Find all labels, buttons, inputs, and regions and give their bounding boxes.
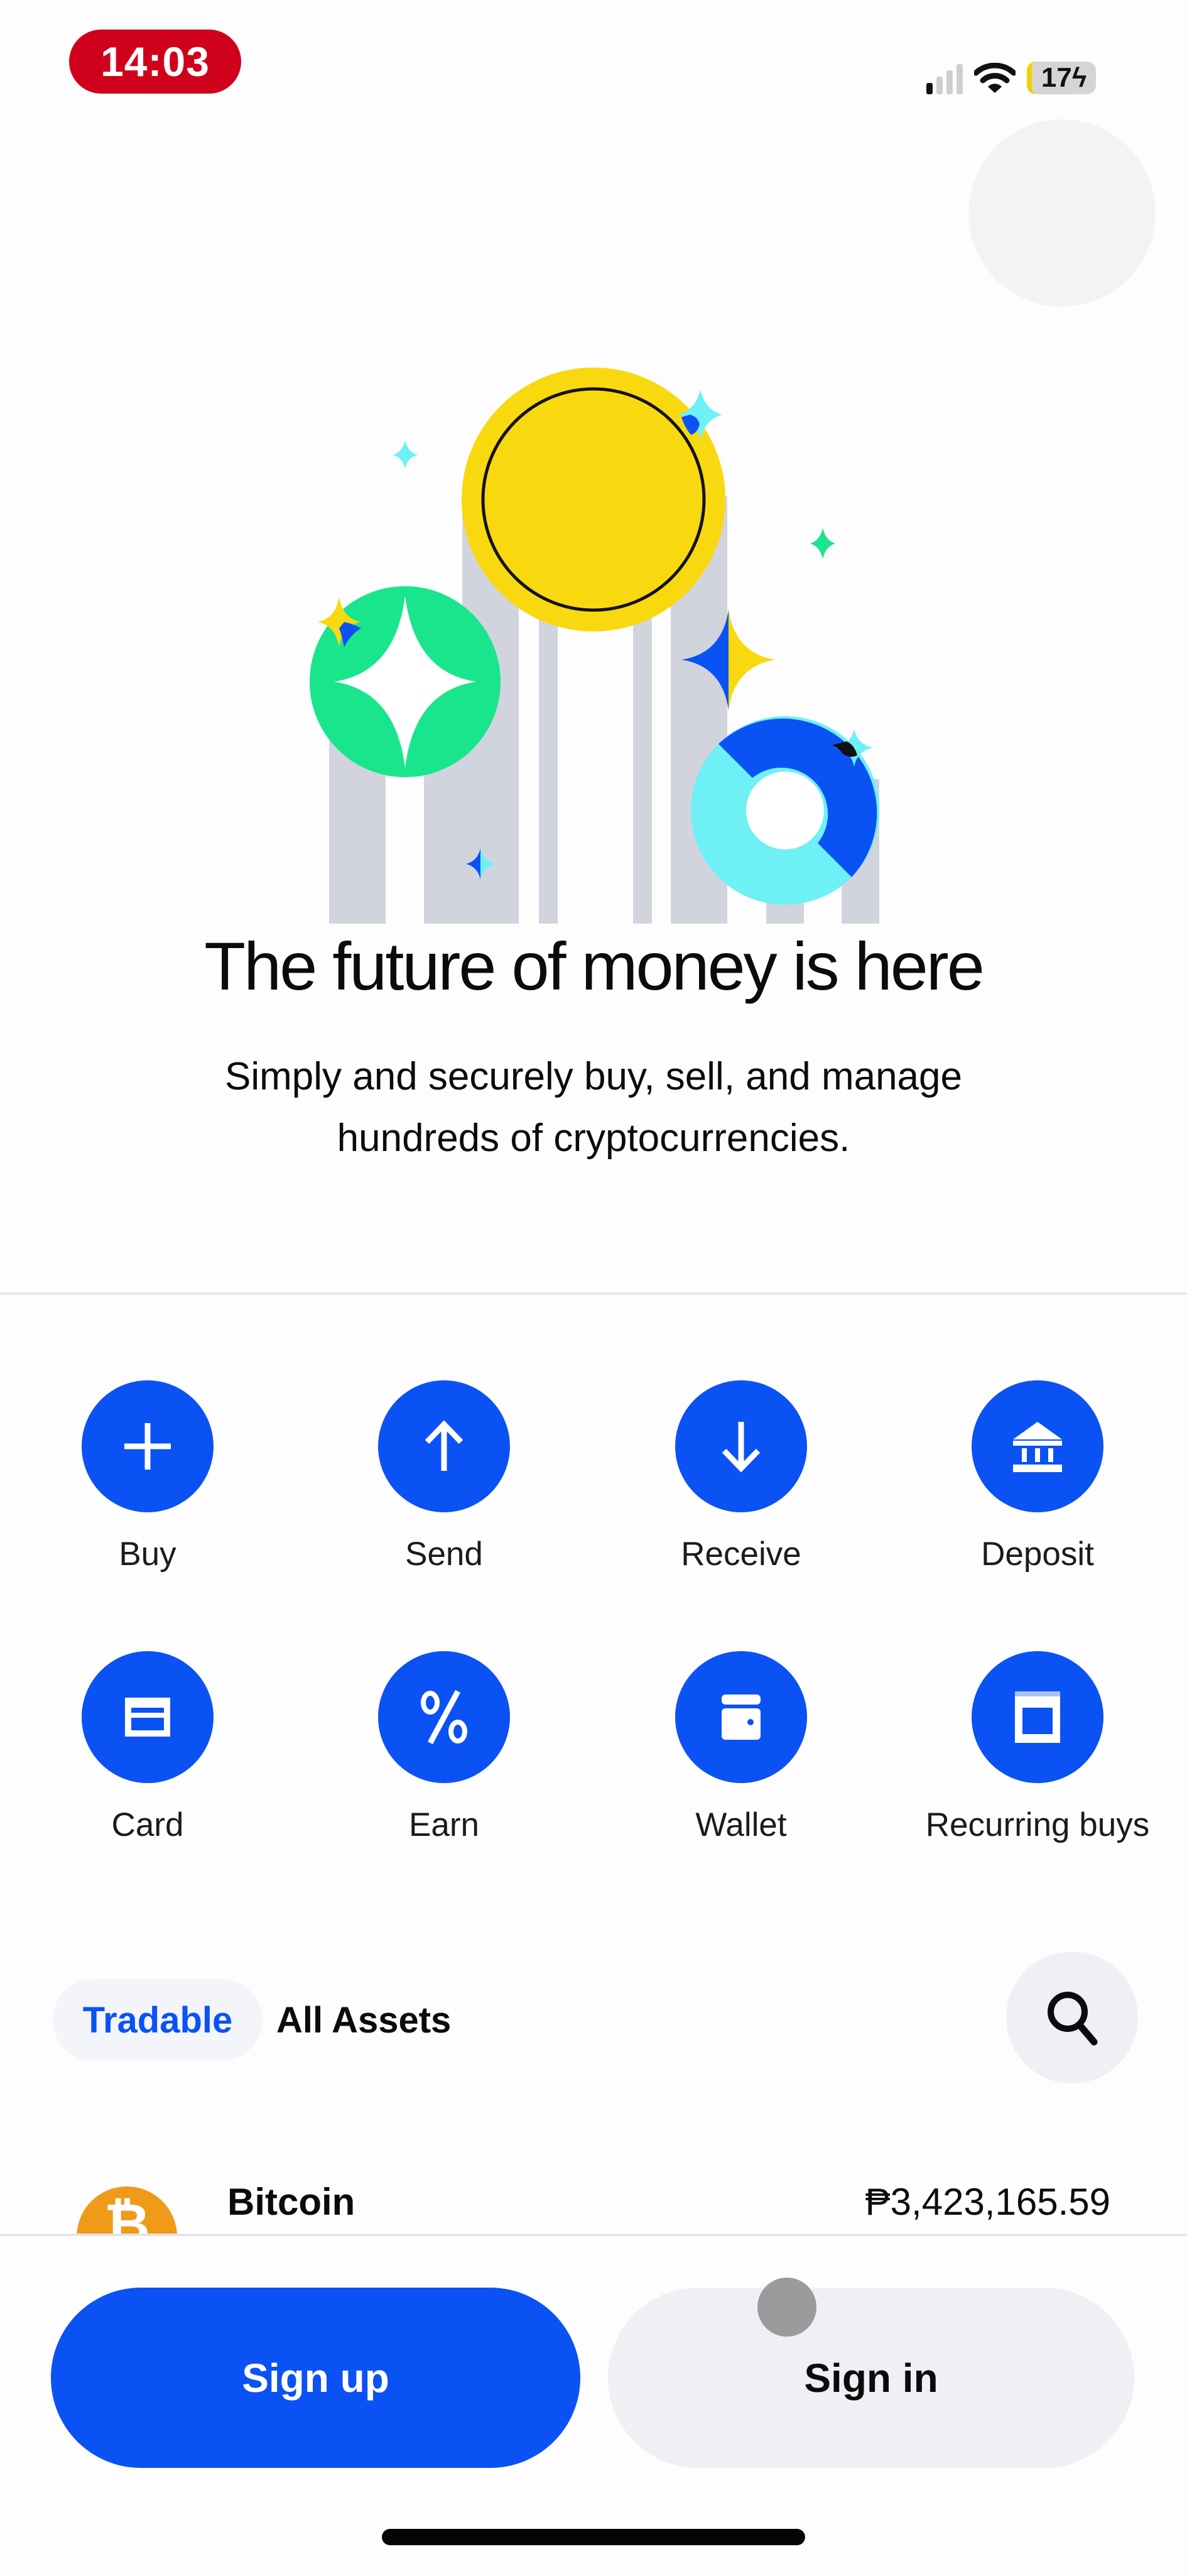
wallet-action-button[interactable]: Wallet — [615, 1651, 867, 1845]
close-button[interactable] — [968, 119, 1156, 307]
sign-up-button[interactable]: Sign up — [51, 2288, 580, 2468]
card-action-label: Card — [111, 1806, 184, 1843]
buy-action-label: Buy — [119, 1536, 176, 1573]
earn-action-circle[interactable] — [378, 1651, 510, 1783]
card-action-button[interactable]: Card — [22, 1651, 273, 1845]
percent-icon — [421, 1689, 467, 1745]
asset-name: Bitcoin — [227, 2181, 355, 2223]
coins-and-sparkles-illustration — [310, 368, 879, 924]
send-action-circle[interactable] — [378, 1380, 510, 1512]
deposit-action-circle[interactable] — [972, 1380, 1103, 1512]
status-icons: 17 ϟ — [926, 52, 1096, 94]
hero-title: The future of money is here — [204, 928, 985, 1004]
battery-level: 17 — [1041, 62, 1072, 93]
yellow-coin-icon — [462, 368, 725, 631]
touch-indicator — [757, 2278, 816, 2337]
cellular-signal-icon — [926, 64, 963, 94]
hero-subtitle: Simply and securely buy, sell, and manag… — [224, 1055, 963, 1160]
recurring-buys-action-circle[interactable] — [972, 1651, 1103, 1783]
buy-action-button[interactable]: Buy — [22, 1380, 273, 1575]
deposit-action-label: Deposit — [981, 1536, 1094, 1573]
asset-price: ₱3,423,165.59 — [865, 2181, 1110, 2223]
tab-tradable[interactable]: Tradable — [53, 1979, 263, 2061]
recurring-buys-action-button[interactable]: Recurring buys — [912, 1651, 1163, 1845]
card-icon — [125, 1698, 170, 1737]
calendar-icon — [1015, 1691, 1060, 1743]
asset-list-item[interactable]: ₿ Bitcoin ₱3,423,165.59 — [0, 2161, 1187, 2234]
recurring-buys-action-label: Recurring buys — [925, 1806, 1150, 1843]
search-icon — [1048, 1992, 1098, 2046]
bank-icon — [1013, 1422, 1062, 1472]
earn-action-label: Earn — [409, 1806, 479, 1843]
battery-charging-icon: 17 ϟ — [1027, 62, 1096, 94]
arrow-down-icon — [722, 1422, 761, 1473]
bitcoin-icon: ₿ — [77, 2186, 177, 2234]
wallet-action-label: Wallet — [695, 1806, 787, 1843]
receive-action-label: Receive — [681, 1536, 801, 1573]
send-action-button[interactable]: Send — [318, 1380, 570, 1575]
card-action-circle[interactable] — [82, 1651, 214, 1783]
earn-action-button[interactable]: Earn — [318, 1651, 570, 1845]
receive-action-button[interactable]: Receive — [615, 1380, 867, 1575]
wallet-icon — [722, 1695, 761, 1740]
wifi-icon — [974, 63, 1016, 93]
tab-all-assets[interactable]: All Assets — [276, 1979, 451, 2061]
section-divider — [0, 1292, 1187, 1295]
plus-icon — [124, 1423, 171, 1470]
buy-action-circle[interactable] — [82, 1380, 214, 1512]
sign-in-button[interactable]: Sign in — [608, 2288, 1134, 2468]
charging-bolt-icon: ϟ — [1071, 62, 1087, 93]
receive-action-circle[interactable] — [675, 1380, 807, 1512]
status-time: 14:03 — [69, 30, 241, 94]
wallet-action-circle[interactable] — [675, 1651, 807, 1783]
home-indicator[interactable] — [382, 2529, 805, 2545]
arrow-up-icon — [425, 1420, 463, 1471]
search-button[interactable] — [1006, 1951, 1138, 2083]
deposit-action-button[interactable]: Deposit — [912, 1380, 1163, 1575]
send-action-label: Send — [405, 1536, 483, 1573]
